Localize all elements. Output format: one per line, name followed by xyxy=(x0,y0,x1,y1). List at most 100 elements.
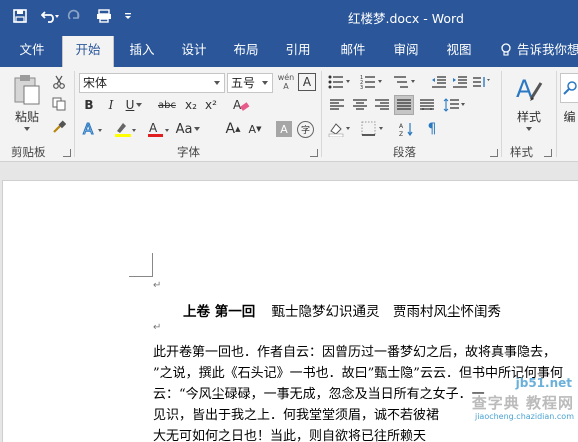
tab-insert[interactable]: 插入 xyxy=(120,33,164,67)
show-marks-icon[interactable]: ¶ xyxy=(422,119,442,139)
align-center-icon[interactable] xyxy=(351,96,369,114)
styles-button[interactable]: 样式 xyxy=(509,108,549,124)
styles-launcher-icon[interactable] xyxy=(544,149,552,157)
lightbulb-icon xyxy=(501,43,511,56)
enclose-characters-button[interactable]: 字 xyxy=(297,121,314,138)
multilevel-list-icon[interactable] xyxy=(391,73,419,91)
watermark-url: jiaocheng.chazidian.com xyxy=(474,412,574,421)
sort-icon[interactable]: AZ xyxy=(397,119,417,139)
touch-mode-icon[interactable] xyxy=(92,5,116,27)
editing-button[interactable]: 编 xyxy=(561,108,578,124)
svg-text:A: A xyxy=(83,120,94,138)
tab-layout[interactable]: 布局 xyxy=(224,33,268,67)
increase-indent-icon[interactable] xyxy=(451,73,469,91)
text-effects-icon[interactable]: A xyxy=(80,119,106,139)
tab-references[interactable]: 引用 xyxy=(276,33,320,67)
chapter-heading[interactable]: 上卷 第一回 甄士隐梦幻识通灵 贾雨村风尘怀闺秀 xyxy=(183,300,501,320)
borders-icon[interactable] xyxy=(359,119,387,139)
line-spacing-icon[interactable] xyxy=(441,96,469,114)
margin-corner-mark xyxy=(129,253,153,277)
change-case-button[interactable]: Aa xyxy=(175,119,201,139)
undo-icon[interactable] xyxy=(38,5,62,27)
svg-text:A: A xyxy=(149,121,158,135)
tell-me-search[interactable]: 告诉我你想 xyxy=(500,33,578,67)
shading-icon[interactable] xyxy=(326,119,354,139)
tab-file[interactable]: 文件 xyxy=(8,33,56,67)
change-case-label: Aa xyxy=(175,121,193,137)
svg-text:A: A xyxy=(399,123,404,130)
phonetic-guide-button[interactable]: wén A xyxy=(276,71,296,93)
grow-font-button[interactable]: A ▲ xyxy=(224,119,242,139)
strikethrough-button[interactable]: abc xyxy=(155,96,179,114)
document-area[interactable]: ↵ 上卷 第一回 甄士隐梦幻识通灵 贾雨村风尘怀闺秀 ↵ 此开卷第一回也．作者自… xyxy=(0,163,578,442)
shrink-font-label: A xyxy=(248,122,257,136)
paste-button[interactable]: 粘贴 xyxy=(10,108,44,124)
cut-icon[interactable] xyxy=(50,73,68,91)
tab-design[interactable]: 设计 xyxy=(172,33,216,67)
justify-icon[interactable] xyxy=(394,95,414,115)
svg-text:3: 3 xyxy=(360,85,363,89)
tab-home[interactable]: 开始 xyxy=(62,36,114,67)
clear-formatting-icon[interactable]: A xyxy=(230,96,252,114)
tab-review[interactable]: 审阅 xyxy=(383,33,429,67)
decrease-indent-icon[interactable] xyxy=(430,73,448,91)
tell-me-label: 告诉我你想 xyxy=(517,42,578,57)
chinese-layout-icon[interactable] xyxy=(471,73,491,91)
font-size-select[interactable]: 五号 xyxy=(227,73,273,93)
align-left-icon[interactable] xyxy=(328,96,346,114)
ribbon: 粘贴 剪贴板 宋体 五号 wén A A B I U abc x₂ x² A A… xyxy=(0,67,578,162)
paste-icon[interactable] xyxy=(8,73,46,107)
group-divider xyxy=(74,71,75,157)
bullets-icon[interactable] xyxy=(326,73,354,91)
document-title: 红楼梦.docx - Word xyxy=(348,11,464,26)
find-icon[interactable] xyxy=(560,73,578,103)
font-color-icon[interactable]: A xyxy=(146,119,172,139)
bold-button[interactable]: B xyxy=(80,96,98,114)
superscript-button[interactable]: x² xyxy=(202,96,220,114)
tab-mailings[interactable]: 邮件 xyxy=(330,33,376,67)
font-name-value: 宋体 xyxy=(83,76,108,90)
highlight-color-icon[interactable] xyxy=(113,119,139,139)
char-border-icon[interactable]: A xyxy=(298,73,316,91)
copy-icon[interactable] xyxy=(50,95,68,113)
clipboard-launcher-icon[interactable] xyxy=(63,149,71,157)
paste-dropdown[interactable] xyxy=(20,125,32,133)
redo-icon[interactable] xyxy=(62,5,86,27)
tab-view[interactable]: 视图 xyxy=(436,33,482,67)
svg-text:Z: Z xyxy=(399,131,403,137)
styles-icon[interactable]: A xyxy=(510,71,548,107)
character-shading-button[interactable]: A xyxy=(276,121,292,137)
chapter-heading-subtitle: 甄士隐梦幻识通灵 贾雨村风尘怀闺秀 xyxy=(271,304,502,320)
underline-button[interactable]: U xyxy=(122,96,146,114)
format-painter-icon[interactable] xyxy=(50,118,68,136)
paragraph-launcher-icon[interactable] xyxy=(490,149,498,157)
group-divider xyxy=(556,71,557,157)
grow-font-label: A xyxy=(225,121,236,137)
body-text-line[interactable]: 大无可如何之日也！当此，则自欲将已往所赖天 xyxy=(153,425,426,442)
body-text-line[interactable]: 见识，皆出于我之上．何我堂堂须眉，诚不若彼裙 xyxy=(153,404,439,423)
group-divider xyxy=(321,71,322,157)
customize-qat-icon[interactable] xyxy=(116,5,140,27)
svg-text:A: A xyxy=(516,75,533,103)
numbering-icon[interactable]: 123 xyxy=(358,73,386,91)
styles-button-label: 样式 xyxy=(516,109,541,124)
paste-label: 粘贴 xyxy=(14,109,39,124)
site-watermark: jb51.net 查字典 教程网 jiaocheng.chazidian.com xyxy=(420,376,578,425)
shrink-font-button[interactable]: A ▼ xyxy=(246,119,264,139)
styles-dropdown[interactable] xyxy=(522,125,534,133)
group-label-paragraph: 段落 xyxy=(393,145,416,159)
underline-label: U xyxy=(125,98,135,112)
body-text-line[interactable]: 此开卷第一回也．作者自云：因曾历过一番梦幻之后，故将真事隐去， xyxy=(153,341,556,360)
chapter-heading-title: 上卷 第一回 xyxy=(183,304,256,320)
svg-text:A: A xyxy=(233,98,242,112)
save-icon[interactable] xyxy=(8,5,32,27)
font-size-value: 五号 xyxy=(231,76,256,90)
phonetic-guide-label: wén A xyxy=(277,73,295,91)
editing-button-label: 编 xyxy=(563,109,576,124)
distributed-icon[interactable] xyxy=(418,96,436,114)
font-launcher-icon[interactable] xyxy=(310,149,318,157)
subscript-button[interactable]: x₂ xyxy=(182,96,200,114)
font-name-select[interactable]: 宋体 xyxy=(79,73,225,93)
align-right-icon[interactable] xyxy=(373,96,391,114)
italic-button[interactable]: I xyxy=(102,96,120,114)
